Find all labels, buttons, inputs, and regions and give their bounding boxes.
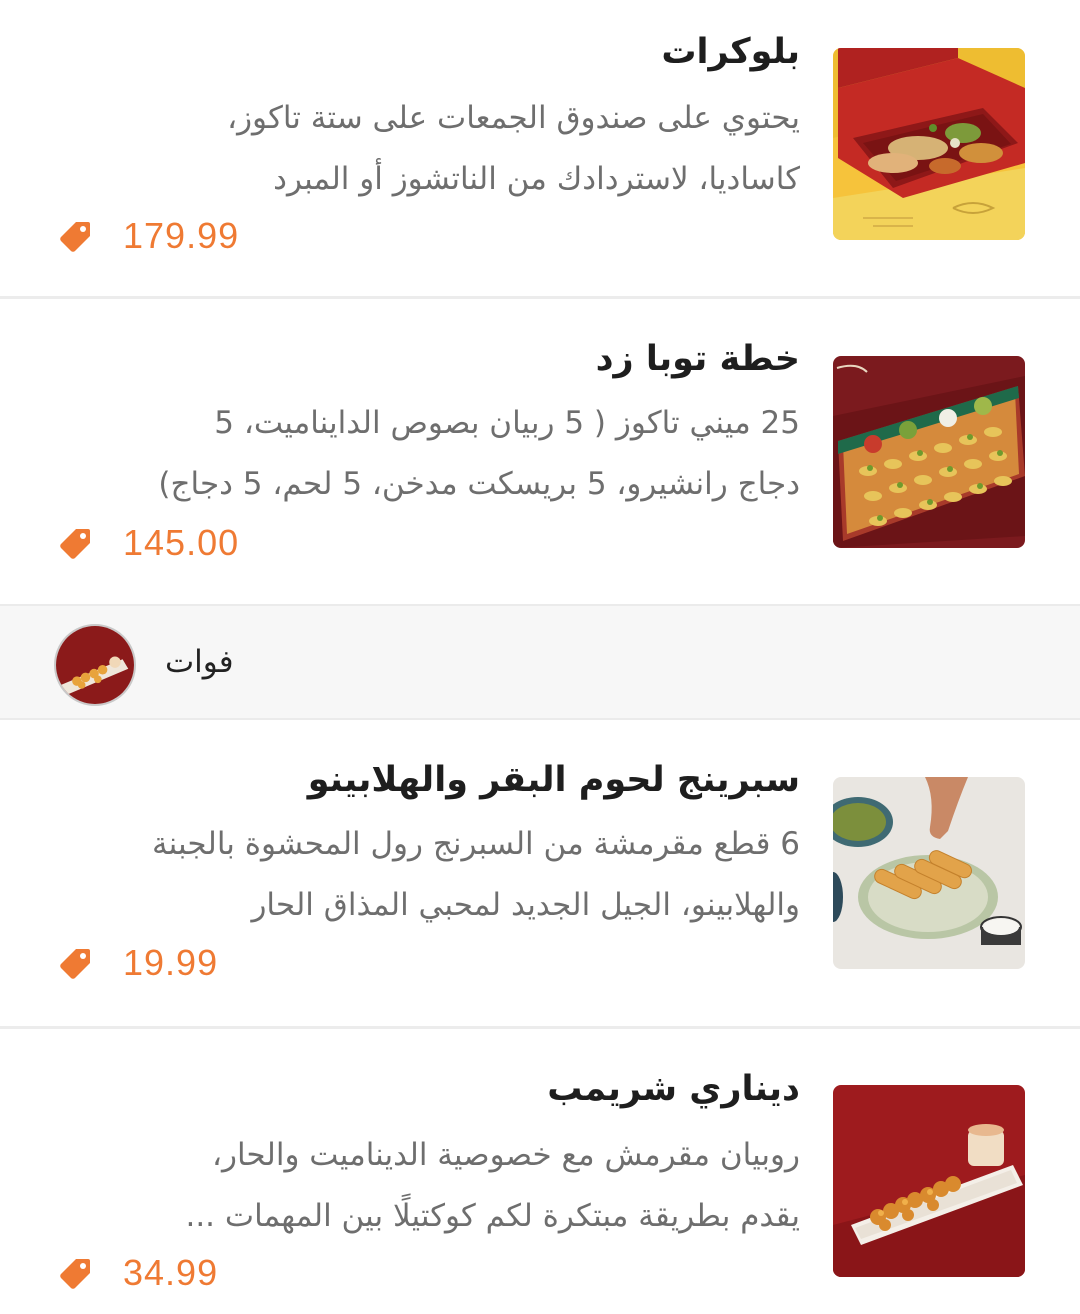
item-title: سبرينج لحوم البقر والهلابينو	[307, 760, 800, 800]
item-description: يحتوي على صندوق الجمعات على ستة تاكوز، ك…	[227, 100, 800, 197]
item-image[interactable]	[833, 356, 1025, 548]
item-title: بلوكرات	[661, 32, 800, 72]
price-row: 179.99	[55, 214, 239, 258]
price-row: 145.00	[55, 521, 239, 565]
category-label: فوات	[165, 644, 234, 680]
price-tag-icon	[60, 222, 90, 252]
item-price: 179.99	[123, 215, 240, 256]
category-header[interactable]: فوات	[0, 604, 1080, 720]
price-row: 19.99	[55, 941, 218, 985]
item-description: 25 ميني تاكوز ( 5 ربيان بصوص الدايناميت،…	[158, 405, 800, 502]
price-tag-icon	[60, 949, 90, 979]
item-image[interactable]	[833, 48, 1025, 240]
item-description: روبيان مقرمش مع خصوصية الديناميت والحار،…	[185, 1137, 800, 1234]
item-image[interactable]	[833, 1085, 1025, 1277]
item-title: ديناري شريمب	[547, 1069, 800, 1109]
item-description: 6 قطع مقرمشة من السبرنج رول المحشوة بالج…	[152, 826, 800, 923]
menu-item[interactable]: سبرينج لحوم البقر والهلابينو 6 قطع مقرمش…	[0, 720, 1080, 1026]
price-tag-icon	[60, 529, 90, 559]
price-tag-icon	[60, 1259, 90, 1289]
item-image[interactable]	[833, 777, 1025, 969]
category-avatar	[54, 624, 136, 706]
item-price: 19.99	[123, 942, 219, 983]
item-price: 34.99	[123, 1252, 219, 1293]
item-title: خطة توبا زد	[595, 339, 800, 379]
menu-item[interactable]: بلوكرات يحتوي على صندوق الجمعات على ستة …	[0, 0, 1080, 297]
menu-item[interactable]: ديناري شريمب روبيان مقرمش مع خصوصية الدي…	[0, 1029, 1080, 1314]
item-price: 145.00	[123, 522, 240, 563]
price-row: 34.99	[55, 1251, 218, 1295]
menu-item[interactable]: خطة توبا زد 25 ميني تاكوز ( 5 ربيان بصوص…	[0, 299, 1080, 604]
